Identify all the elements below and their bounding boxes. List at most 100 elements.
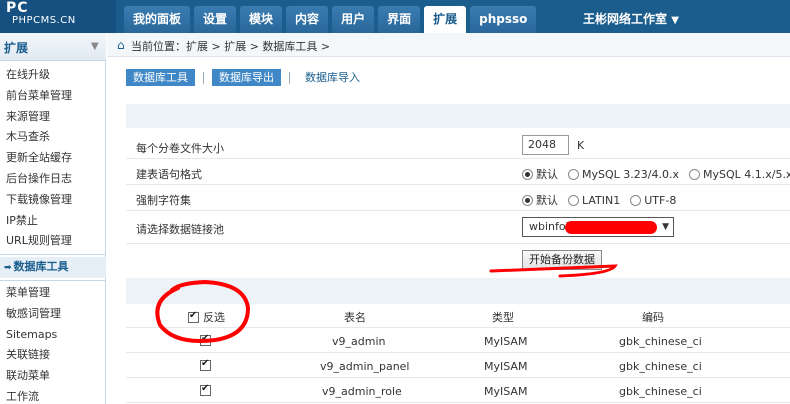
row-sql-format: 建表语句格式 默认 MySQL 3.23/4.0.x MySQL 4.1.x/5…	[126, 160, 790, 185]
sidebar-item[interactable]: 敏感词管理	[0, 304, 106, 325]
radio-button[interactable]	[568, 168, 579, 180]
sidebar-item[interactable]: URL规则管理	[0, 231, 106, 252]
start-backup-button[interactable]: 开始备份数据	[522, 250, 602, 270]
row-pool: 请选择数据链接池 wbinfo[ ▼	[126, 212, 790, 244]
row-charset: gbk_chinese_ci	[619, 385, 702, 398]
sidebar-item[interactable]: Sitemaps	[0, 325, 106, 346]
radio-option[interactable]: LATIN1	[568, 194, 620, 207]
site-selector[interactable]: 王彬网络工作室 ▼	[583, 6, 679, 33]
subtab-db-export[interactable]: 数据库导出	[212, 69, 281, 86]
radio-label: LATIN1	[582, 193, 621, 207]
col-charset: 编码	[642, 311, 664, 324]
radio-label: UTF-8	[644, 193, 677, 207]
radio-button[interactable]	[688, 168, 700, 180]
table-header: 反选 表名 类型 编码	[126, 304, 790, 328]
row-checkbox[interactable]	[200, 358, 211, 371]
home-icon[interactable]: ⌂	[117, 38, 125, 52]
radio-button[interactable]	[522, 194, 533, 206]
sidebar-divider	[0, 254, 106, 256]
subtabs: 数据库工具 数据库导出 数据库导入	[126, 69, 367, 86]
pool-select[interactable]: wbinfo[ ▼	[522, 217, 674, 237]
sidebar-item[interactable]: 来源管理	[0, 107, 106, 128]
col-table-name: 表名	[344, 311, 366, 324]
pool-select-value: wbinfo[	[529, 220, 570, 233]
row-charset: gbk_chinese_ci	[619, 360, 702, 373]
sidebar-item[interactable]: 在线升级	[0, 65, 106, 86]
collapse-icon[interactable]: ▼	[91, 41, 99, 52]
top-header: PC PHPCMS.CN 我的面板 设置 模块 内容 用户 界面 扩展 phps…	[0, 0, 790, 33]
subtab-db-import[interactable]: 数据库导入	[298, 69, 367, 86]
sql-format-label: 建表语句格式	[136, 168, 202, 181]
radio-option[interactable]: UTF-8	[630, 194, 676, 207]
sidebar-item[interactable]: 联动菜单	[0, 366, 106, 387]
invert-selection[interactable]: 反选	[188, 309, 225, 325]
sidebar-item[interactable]: 更新全站缓存	[0, 148, 106, 169]
radio-option[interactable]: MySQL 4.1.x/5.x	[688, 167, 790, 181]
sidebar: 扩展 ▼ 在线升级 前台菜单管理 来源管理 木马查杀 更新全站缓存 后台操作日志…	[0, 33, 106, 404]
sidebar-menu: 在线升级 前台菜单管理 来源管理 木马查杀 更新全站缓存 后台操作日志 下载镜像…	[0, 65, 106, 404]
tab-content[interactable]: 内容	[286, 6, 329, 33]
radio-label: 默认	[536, 168, 558, 181]
filesize-label: 每个分卷文件大小	[136, 142, 224, 155]
breadcrumb: ⌂ 当前位置：扩展 > 扩展 > 数据库工具 >	[107, 33, 790, 57]
chevron-down-icon[interactable]: ▼	[662, 218, 669, 236]
radio-button[interactable]	[630, 194, 642, 206]
row-filesize: 每个分卷文件大小 2048 K	[126, 134, 790, 159]
row-checkbox[interactable]	[200, 383, 211, 396]
filesize-unit: K	[577, 138, 585, 152]
radio-option[interactable]: 默认	[522, 192, 558, 208]
radio-label: MySQL 4.1.x/5.x	[702, 167, 790, 181]
tab-interface[interactable]: 界面	[378, 6, 421, 33]
col-type: 类型	[492, 311, 514, 324]
breadcrumb-text: 当前位置：扩展 > 扩展 > 数据库工具 >	[131, 40, 331, 53]
invert-label: 反选	[203, 311, 225, 324]
sidebar-item[interactable]: 前台菜单管理	[0, 86, 106, 107]
row-name: v9_admin_role	[322, 385, 402, 398]
radio-option[interactable]: 默认	[522, 166, 558, 182]
radio-label: MySQL 3.23/4.0.x	[582, 167, 679, 181]
tab-settings[interactable]: 设置	[194, 6, 237, 33]
row-checkbox[interactable]	[200, 333, 211, 346]
tab-users[interactable]: 用户	[332, 6, 375, 33]
export-form: 每个分卷文件大小 2048 K 建表语句格式 默认 MySQL 3.23/4.0…	[126, 104, 790, 404]
subtab-divider	[203, 71, 204, 84]
radio-button[interactable]	[522, 168, 533, 180]
tab-extensions[interactable]: 扩展	[424, 6, 467, 33]
top-nav: 我的面板 设置 模块 内容 用户 界面 扩展 phpsso	[124, 6, 540, 33]
radio-button[interactable]	[568, 194, 579, 206]
row-type: MyISAM	[484, 385, 528, 398]
tab-phpsso[interactable]: phpsso	[470, 6, 537, 33]
filesize-input[interactable]: 2048	[522, 135, 569, 155]
sidebar-item[interactable]: 工作流	[0, 387, 106, 404]
sidebar-title[interactable]: 扩展 ▼	[0, 33, 106, 61]
row-charset: gbk_chinese_ci	[619, 335, 702, 348]
row-type: MyISAM	[484, 360, 528, 373]
sidebar-item[interactable]: 菜单管理	[0, 283, 106, 304]
radio-label: 默认	[536, 194, 558, 207]
subtab-db-tools[interactable]: 数据库工具	[126, 69, 195, 86]
sidebar-item[interactable]: 下载镜像管理	[0, 190, 106, 211]
logo-mark: PC	[6, 0, 29, 16]
invert-checkbox[interactable]	[188, 310, 199, 323]
chevron-down-icon: ▼	[671, 15, 679, 26]
form-header-band	[126, 104, 790, 128]
sidebar-item[interactable]: IP禁止	[0, 211, 106, 232]
sidebar-item-active[interactable]: ➡ 数据库工具	[0, 257, 106, 278]
sidebar-divider	[0, 279, 106, 281]
row-charset: 强制字符集 默认 LATIN1 UTF-8	[126, 186, 790, 211]
row-type: MyISAM	[484, 335, 528, 348]
logo: PC PHPCMS.CN	[0, 0, 116, 33]
sidebar-item[interactable]: 关联链接	[0, 345, 106, 366]
table-row: v9_admin_role MyISAM gbk_chinese_ci	[126, 379, 790, 403]
tab-my-panel[interactable]: 我的面板	[124, 6, 191, 33]
redaction-mark	[565, 221, 657, 234]
charset-label: 强制字符集	[136, 194, 191, 207]
radio-option[interactable]: MySQL 3.23/4.0.x	[568, 168, 679, 181]
sidebar-item[interactable]: 木马查杀	[0, 127, 106, 148]
sidebar-item[interactable]: 后台操作日志	[0, 169, 106, 190]
pool-label: 请选择数据链接池	[136, 223, 224, 236]
site-name: 王彬网络工作室	[583, 12, 668, 26]
subtab-divider	[289, 71, 290, 84]
tab-modules[interactable]: 模块	[240, 6, 283, 33]
table-row: v9_admin_panel MyISAM gbk_chinese_ci	[126, 354, 790, 378]
